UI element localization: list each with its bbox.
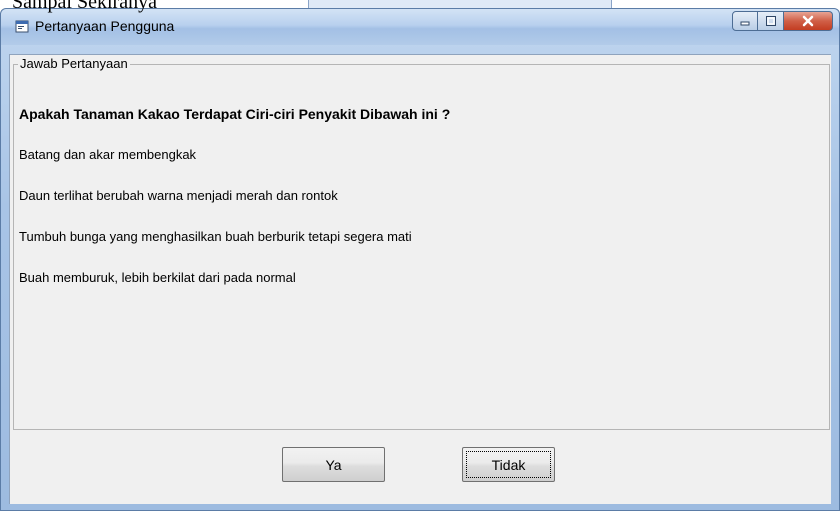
symptom-option: Batang dan akar membengkak <box>19 147 197 162</box>
close-icon <box>802 15 814 27</box>
dialog-client-area: Jawab Pertanyaan Apakah Tanaman Kakao Te… <box>9 54 831 504</box>
close-button[interactable] <box>784 11 833 31</box>
maximize-button[interactable] <box>758 11 784 31</box>
focus-rectangle <box>466 451 551 478</box>
minimize-button[interactable] <box>732 11 758 31</box>
no-button[interactable]: Tidak <box>462 447 555 482</box>
title-bar[interactable]: Pertanyaan Pengguna <box>1 9 839 45</box>
caption-buttons <box>732 11 833 31</box>
dialog-window: Pertanyaan Pengguna Jawab Pertanyaan Apa… <box>0 8 840 511</box>
symptom-option: Daun terlihat berubah warna menjadi mera… <box>19 188 338 203</box>
question-text: Apakah Tanaman Kakao Terdapat Ciri-ciri … <box>19 106 451 122</box>
window-title: Pertanyaan Pengguna <box>35 18 175 34</box>
symptom-option: Tumbuh bunga yang menghasilkan buah berb… <box>19 229 412 244</box>
background-document-text: Sampai Sekiranya <box>12 0 157 13</box>
background-window-edge <box>308 0 612 8</box>
app-window-icon <box>15 20 29 33</box>
yes-button-label: Ya <box>325 456 342 473</box>
answer-groupbox: Jawab Pertanyaan Apakah Tanaman Kakao Te… <box>13 56 830 430</box>
yes-button[interactable]: Ya <box>282 447 385 482</box>
minimize-icon <box>740 21 750 26</box>
maximize-icon <box>765 16 776 26</box>
symptom-option: Buah memburuk, lebih berkilat dari pada … <box>19 270 296 285</box>
groupbox-legend: Jawab Pertanyaan <box>18 56 130 71</box>
